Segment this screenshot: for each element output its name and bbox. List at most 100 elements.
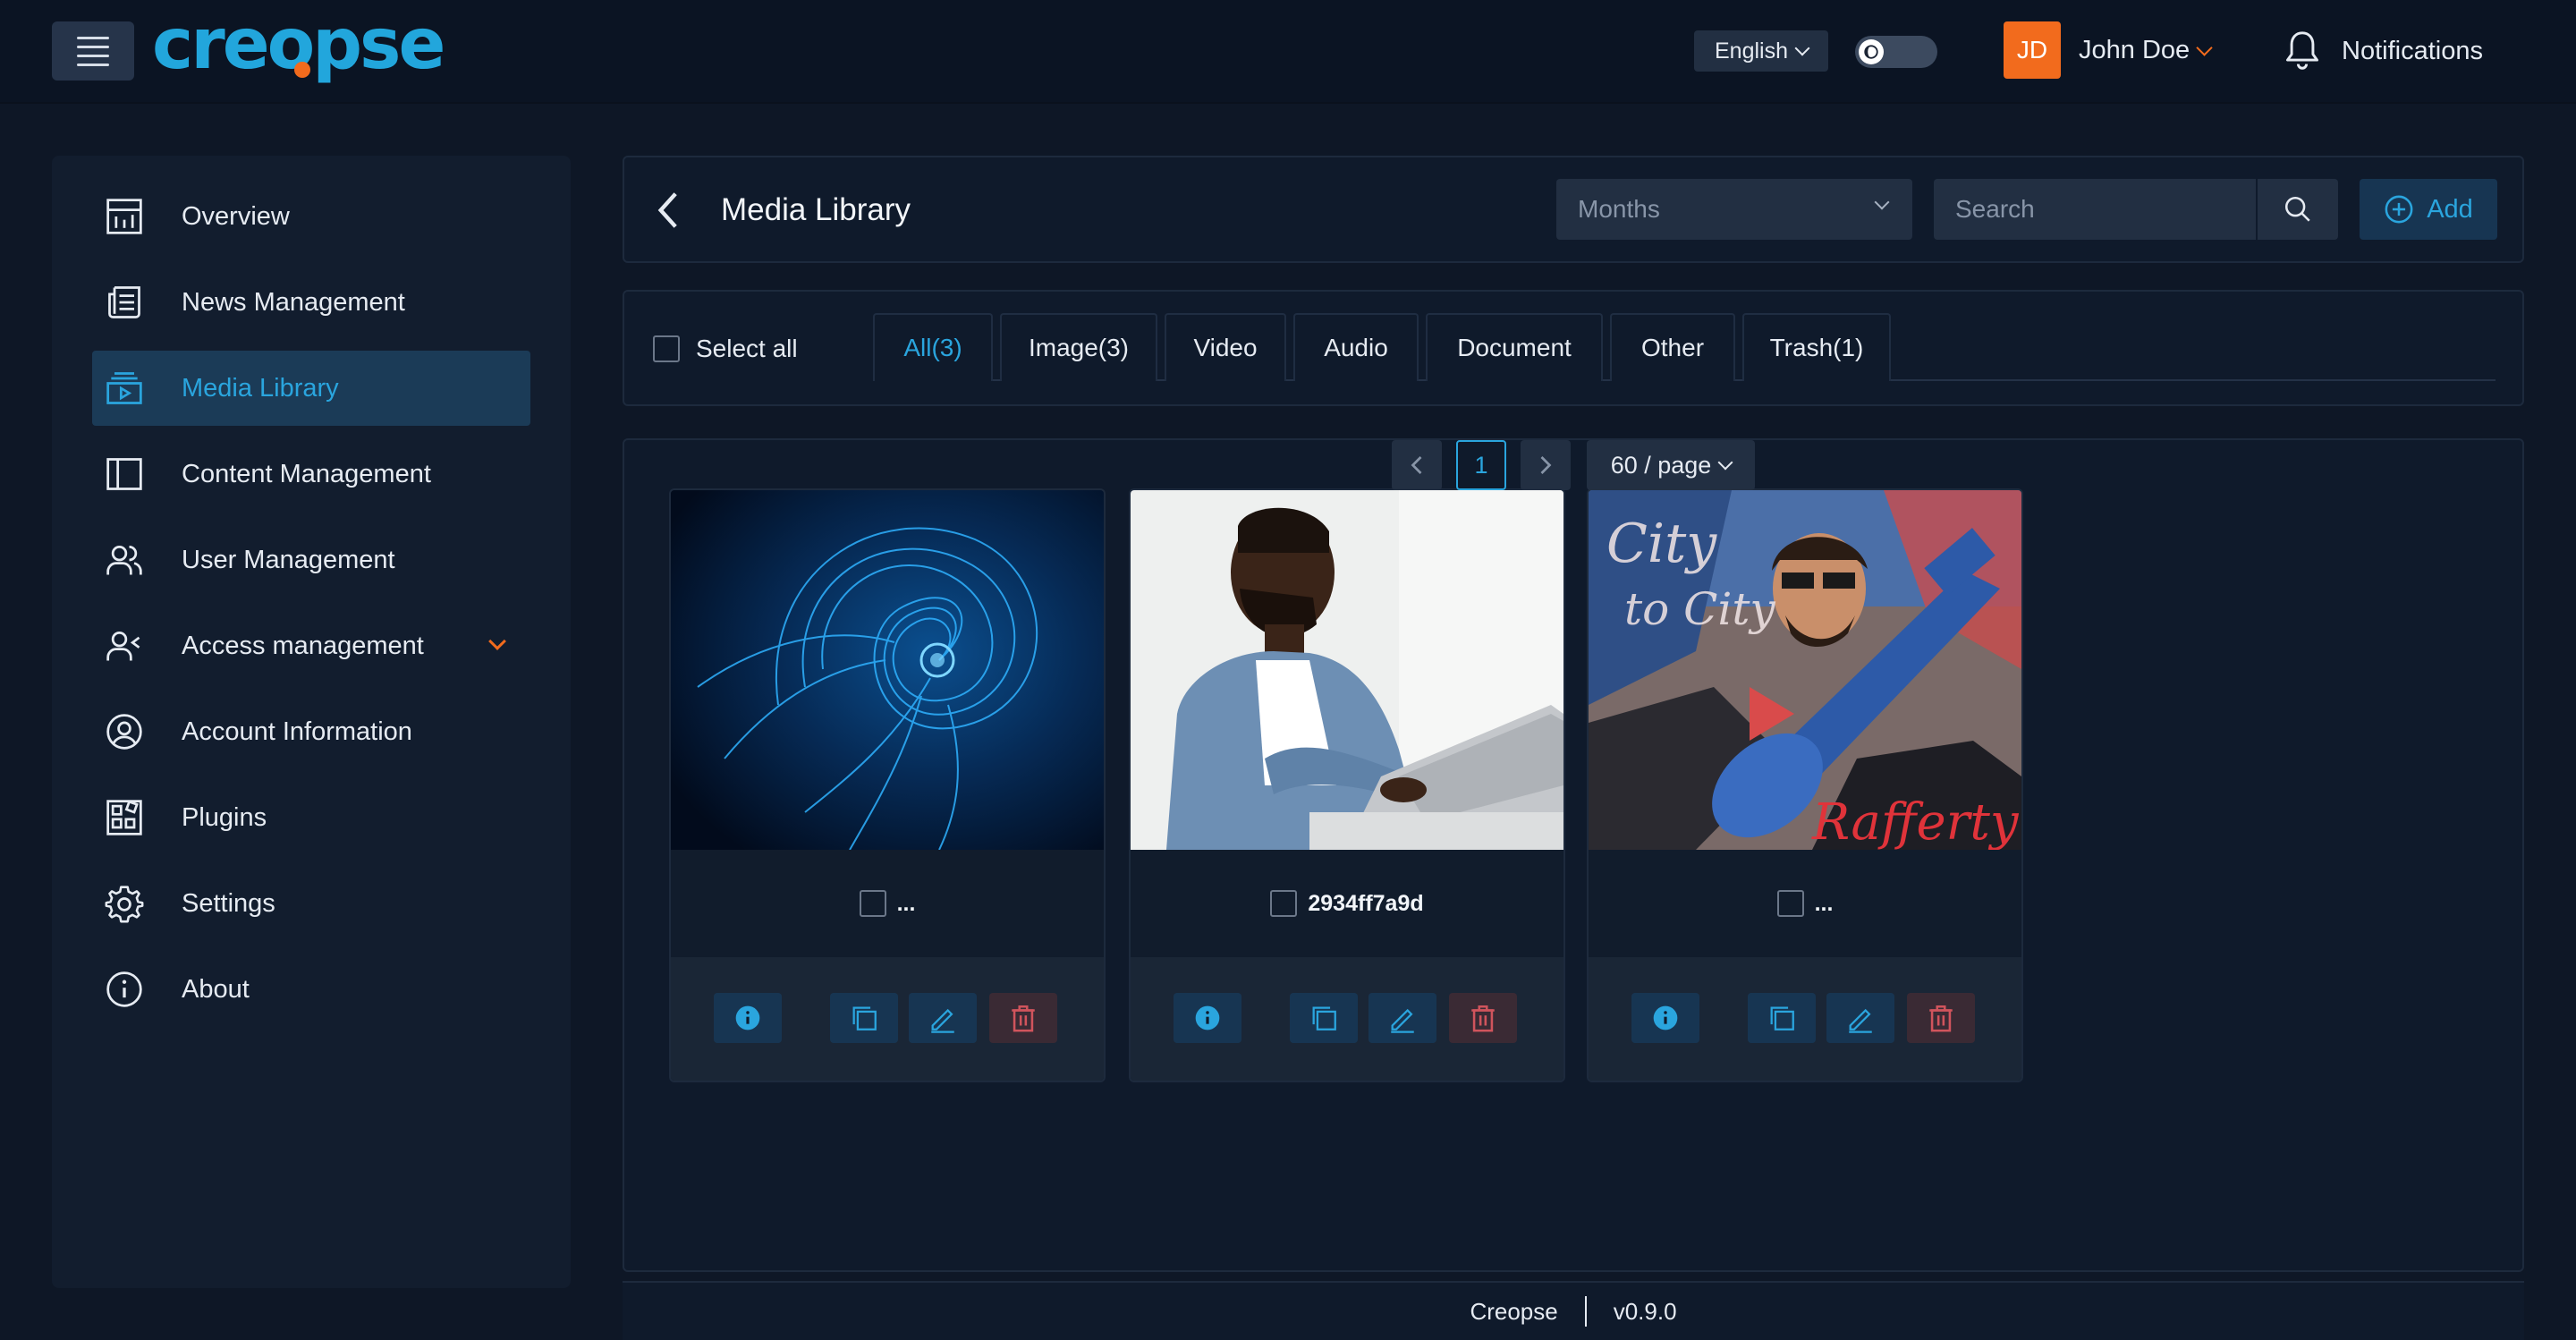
page-size-select[interactable]: 60 / page [1587, 440, 1755, 490]
media-gallery-panel: ... 2934ff7a9d City to City Rafferty ...… [623, 438, 2524, 1272]
footer-version: v0.9.0 [1613, 1297, 1677, 1325]
theme-toggle[interactable] [1855, 36, 1937, 68]
user-menu[interactable]: John Doe [2079, 32, 2213, 68]
toggle-knob [1859, 39, 1884, 64]
filter-tabs-panel: Select all All(3) Image(3) Video Audio D… [623, 290, 2524, 406]
media-thumbnail[interactable] [1131, 490, 1563, 850]
page-header-panel: Media Library Months Add [623, 156, 2524, 263]
sidebar-item-account-information[interactable]: Account Information [92, 694, 530, 769]
months-filter-select[interactable]: Months [1556, 179, 1912, 240]
sidebar-item-plugins[interactable]: Plugins [92, 780, 530, 855]
sidebar-item-user-management[interactable]: User Management [92, 522, 530, 598]
sidebar-item-label: News Management [182, 287, 405, 317]
sidebar: Overview News Management Media Library C… [52, 156, 571, 1288]
man-working-on-laptop-image [1131, 490, 1563, 850]
sidebar-item-access-management[interactable]: Access management [92, 608, 530, 683]
moon-icon [1864, 45, 1878, 59]
sidebar-item-label: About [182, 974, 250, 1004]
copy-button[interactable] [830, 993, 898, 1043]
page-number-button[interactable]: 1 [1456, 440, 1506, 490]
info-icon [735, 1005, 760, 1030]
media-name: ... [896, 890, 916, 916]
app-root: creopse English JD John Doe Notification… [0, 0, 2576, 1340]
trash-icon [1929, 1005, 1953, 1032]
chevron-right-icon [1540, 456, 1552, 474]
menu-toggle-button[interactable] [52, 21, 134, 81]
media-card: City to City Rafferty ... [1587, 488, 2023, 1082]
chevron-down-icon [1717, 454, 1733, 471]
checkbox[interactable] [653, 335, 680, 362]
add-label: Add [2427, 194, 2473, 224]
language-selector[interactable]: English [1694, 30, 1828, 72]
chevron-down-icon [1874, 194, 1890, 210]
info-button[interactable] [1174, 993, 1241, 1043]
user-name: John Doe [2079, 35, 2190, 64]
sidebar-item-label: Account Information [182, 717, 412, 746]
tab-other[interactable]: Other [1610, 313, 1735, 381]
logo-wordmark: creopse [152, 4, 445, 85]
newspaper-icon [108, 286, 140, 318]
tab-trash[interactable]: Trash(1) [1742, 313, 1891, 381]
copy-button[interactable] [1290, 993, 1358, 1043]
search-icon [2284, 196, 2310, 222]
select-all-checkbox[interactable]: Select all [653, 335, 798, 363]
user-avatar[interactable]: JD [2004, 21, 2061, 79]
copy-button[interactable] [1748, 993, 1816, 1043]
media-select-checkbox[interactable] [1270, 890, 1298, 917]
add-media-button[interactable]: Add [2360, 179, 2497, 240]
user-circle-icon [106, 714, 142, 750]
sidebar-item-about[interactable]: About [92, 952, 530, 1027]
info-icon [1195, 1005, 1220, 1030]
creopse-logo[interactable]: creopse [152, 4, 510, 89]
months-placeholder: Months [1578, 195, 1660, 223]
footer-divider [1584, 1296, 1587, 1327]
sidebar-item-content-management[interactable]: Content Management [92, 437, 530, 512]
chevron-left-icon [1411, 456, 1422, 474]
search-button[interactable] [2258, 179, 2338, 240]
sidebar-item-overview[interactable]: Overview [92, 179, 530, 254]
sidebar-item-news-management[interactable]: News Management [92, 265, 530, 340]
hamburger-icon-bar [77, 45, 109, 48]
sidebar-item-label: Plugins [182, 802, 267, 832]
sidebar-item-media-library[interactable]: Media Library [92, 351, 530, 426]
media-card: ... [669, 488, 1106, 1082]
copy-icon [1312, 1006, 1336, 1030]
copy-icon [852, 1006, 877, 1030]
delete-button[interactable] [1449, 993, 1517, 1043]
info-button[interactable] [714, 993, 782, 1043]
tab-all[interactable]: All(3) [873, 313, 993, 381]
hamburger-icon-bar [77, 63, 109, 66]
page-size-label: 60 / page [1610, 451, 1712, 479]
copy-icon [1770, 1006, 1794, 1030]
media-select-checkbox[interactable] [859, 890, 886, 917]
edit-button[interactable] [1826, 993, 1894, 1043]
pencil-icon [1391, 1008, 1414, 1033]
notifications-button[interactable]: Notifications [2283, 27, 2483, 75]
info-button[interactable] [1631, 993, 1699, 1043]
prev-page-button[interactable] [1392, 440, 1442, 490]
media-name: 2934ff7a9d [1308, 890, 1424, 916]
chevron-down-icon [2196, 38, 2213, 56]
hamburger-icon-bar [77, 54, 109, 57]
tab-audio[interactable]: Audio [1293, 313, 1419, 381]
media-thumbnail[interactable] [671, 490, 1104, 850]
svg-text:City: City [1606, 513, 1717, 575]
sidebar-item-label: User Management [182, 545, 395, 574]
delete-button[interactable] [1907, 993, 1975, 1043]
next-page-button[interactable] [1521, 440, 1571, 490]
media-select-checkbox[interactable] [1776, 890, 1804, 917]
media-thumbnail[interactable]: City to City Rafferty [1589, 490, 2021, 850]
tab-video[interactable]: Video [1165, 313, 1286, 381]
sidebar-item-settings[interactable]: Settings [92, 866, 530, 941]
back-button[interactable] [648, 188, 687, 233]
chevron-down-icon [488, 632, 506, 650]
chevron-left-icon [657, 192, 677, 228]
tab-image[interactable]: Image(3) [1000, 313, 1157, 381]
edit-button[interactable] [1368, 993, 1436, 1043]
svg-text:to City: to City [1624, 583, 1775, 635]
sidebar-item-label: Settings [182, 888, 275, 918]
delete-button[interactable] [989, 993, 1057, 1043]
search-input[interactable] [1934, 179, 2256, 240]
tab-document[interactable]: Document [1426, 313, 1603, 381]
edit-button[interactable] [909, 993, 977, 1043]
